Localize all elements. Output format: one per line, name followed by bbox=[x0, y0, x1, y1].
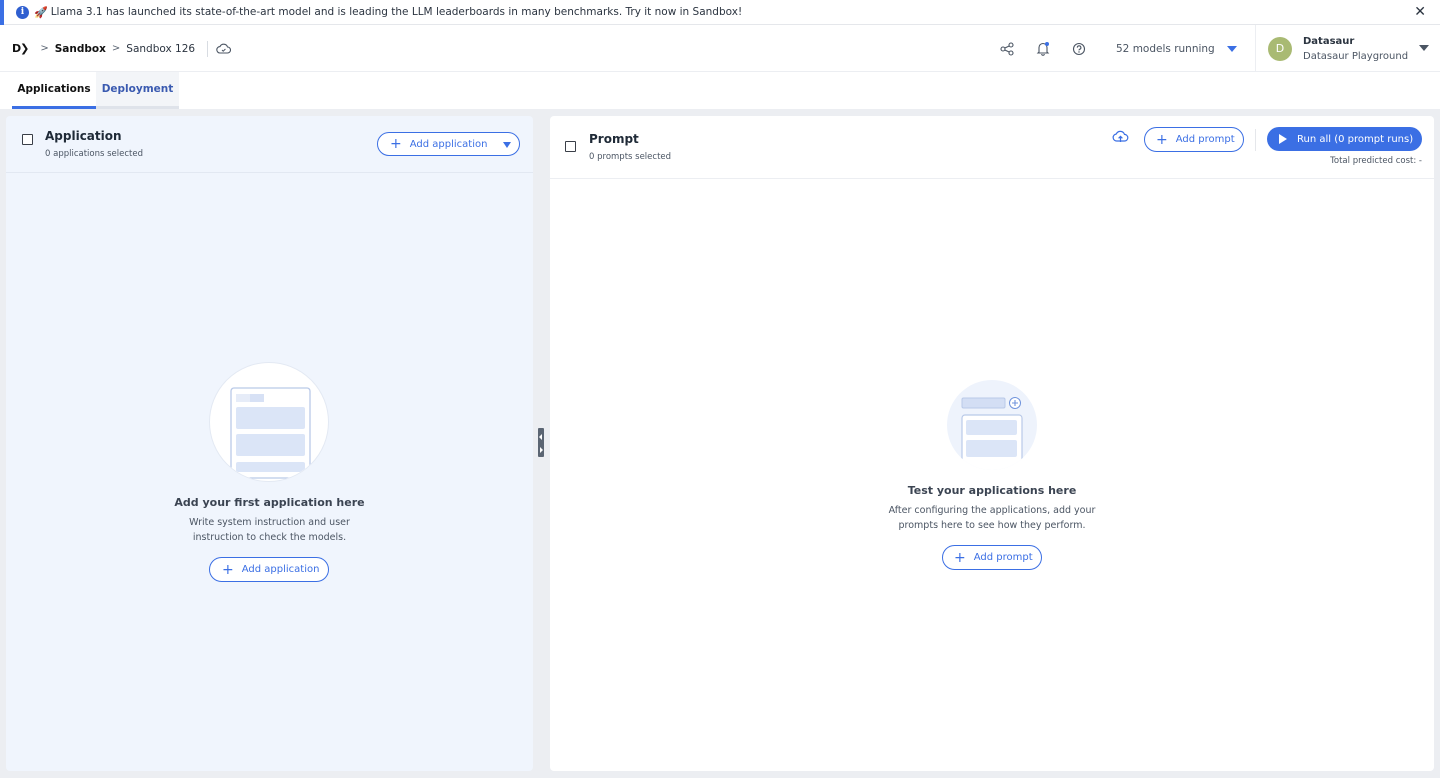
plus-icon: + bbox=[954, 549, 966, 566]
plus-icon: + bbox=[1156, 131, 1168, 148]
close-icon[interactable]: ✕ bbox=[1414, 5, 1426, 19]
play-icon bbox=[1279, 134, 1287, 144]
divider bbox=[550, 178, 1434, 179]
total-predicted-cost: Total predicted cost: - bbox=[1330, 156, 1422, 166]
empty-prompts-desc-line: After configuring the applications, add … bbox=[888, 505, 1096, 516]
add-application-label: Add application bbox=[409, 138, 488, 150]
plus-icon: + bbox=[390, 136, 402, 152]
info-icon: i bbox=[16, 5, 29, 19]
divider bbox=[207, 40, 209, 57]
collapse-left-icon bbox=[539, 434, 542, 440]
tab-applications[interactable]: Applications bbox=[12, 72, 96, 109]
divider bbox=[1255, 25, 1256, 72]
empty-prompts-description: After configuring the applications, add … bbox=[550, 503, 1434, 533]
banner-text: Llama 3.1 has launched its state-of-the-… bbox=[50, 6, 743, 18]
breadcrumb-separator: > bbox=[40, 43, 49, 54]
add-application-label: Add application bbox=[241, 564, 320, 575]
prompts-selected-count: 0 prompts selected bbox=[589, 152, 672, 162]
chevron-down-icon[interactable] bbox=[1419, 45, 1429, 51]
user-menu[interactable]: D Datasaur Datasaur Playground bbox=[1268, 25, 1408, 72]
empty-applications-title: Add your first application here bbox=[174, 496, 365, 509]
breadcrumb: D❯ > Sandbox > Sandbox 126 bbox=[12, 25, 232, 72]
empty-applications-illustration bbox=[209, 362, 329, 482]
add-prompt-label: Add prompt bbox=[973, 552, 1033, 563]
announcement-banner: i 🚀 Llama 3.1 has launched its state-of-… bbox=[0, 0, 1440, 25]
empty-add-application-button[interactable]: + Add application bbox=[209, 557, 329, 582]
breadcrumb-separator: > bbox=[111, 43, 121, 54]
organization-name: Datasaur bbox=[1303, 35, 1355, 47]
rocket-icon: 🚀 bbox=[34, 5, 48, 19]
tab-deployment[interactable]: Deployment bbox=[96, 72, 179, 109]
chevron-down-icon[interactable] bbox=[503, 142, 511, 148]
expand-right-icon bbox=[540, 447, 543, 453]
cloud-sync-icon[interactable] bbox=[216, 43, 232, 54]
run-all-button[interactable]: Run all (0 prompt runs) bbox=[1267, 127, 1422, 151]
banner-accent bbox=[0, 0, 4, 25]
chevron-down-icon bbox=[1226, 45, 1237, 52]
workspace-name: Datasaur Playground bbox=[1303, 50, 1409, 62]
select-all-applications-checkbox[interactable] bbox=[22, 134, 33, 145]
prompt-panel: Prompt 0 prompts selected + Add prompt R… bbox=[550, 116, 1434, 771]
applications-title: Application bbox=[45, 129, 122, 143]
breadcrumb-sandbox-name[interactable]: Sandbox 126 bbox=[126, 43, 195, 55]
empty-prompts-title: Test your applications here bbox=[907, 484, 1077, 497]
help-icon[interactable] bbox=[1070, 40, 1088, 58]
top-header: D❯ > Sandbox > Sandbox 126 52 models run… bbox=[0, 25, 1440, 72]
notification-bell-icon[interactable] bbox=[1034, 40, 1052, 58]
empty-applications-desc-line: Write system instruction and user bbox=[189, 517, 350, 528]
add-prompt-button[interactable]: + Add prompt bbox=[1144, 127, 1244, 152]
share-icon[interactable] bbox=[998, 40, 1016, 58]
app-logo[interactable]: D❯ bbox=[12, 42, 29, 55]
add-application-button[interactable]: + Add application bbox=[377, 132, 520, 156]
breadcrumb-sandbox[interactable]: Sandbox bbox=[55, 43, 106, 55]
plus-icon: + bbox=[222, 561, 234, 578]
empty-applications-description: Write system instruction and user instru… bbox=[6, 515, 533, 545]
models-running-label: 52 models running bbox=[1116, 42, 1215, 55]
prompt-title: Prompt bbox=[589, 132, 639, 146]
panel-resize-handle[interactable] bbox=[538, 428, 544, 457]
upload-cloud-icon[interactable] bbox=[1112, 128, 1129, 147]
applications-selected-count: 0 applications selected bbox=[45, 149, 144, 159]
divider bbox=[1255, 129, 1256, 151]
add-prompt-label: Add prompt bbox=[1175, 134, 1235, 145]
select-all-prompts-checkbox[interactable] bbox=[565, 141, 576, 152]
tab-bar: Applications Deployment bbox=[0, 72, 1440, 109]
applications-panel: Application 0 applications selected + Ad… bbox=[6, 116, 533, 771]
empty-applications-desc-line: instruction to check the models. bbox=[192, 532, 347, 543]
empty-prompts-illustration bbox=[947, 380, 1037, 470]
divider bbox=[6, 172, 533, 173]
avatar: D bbox=[1268, 36, 1292, 61]
empty-prompts-desc-line: prompts here to see how they perform. bbox=[898, 520, 1086, 531]
header-actions bbox=[998, 25, 1106, 72]
empty-add-prompt-button[interactable]: + Add prompt bbox=[942, 545, 1042, 570]
models-running-dropdown[interactable]: 52 models running bbox=[1116, 25, 1237, 72]
run-all-label: Run all (0 prompt runs) bbox=[1297, 133, 1414, 145]
